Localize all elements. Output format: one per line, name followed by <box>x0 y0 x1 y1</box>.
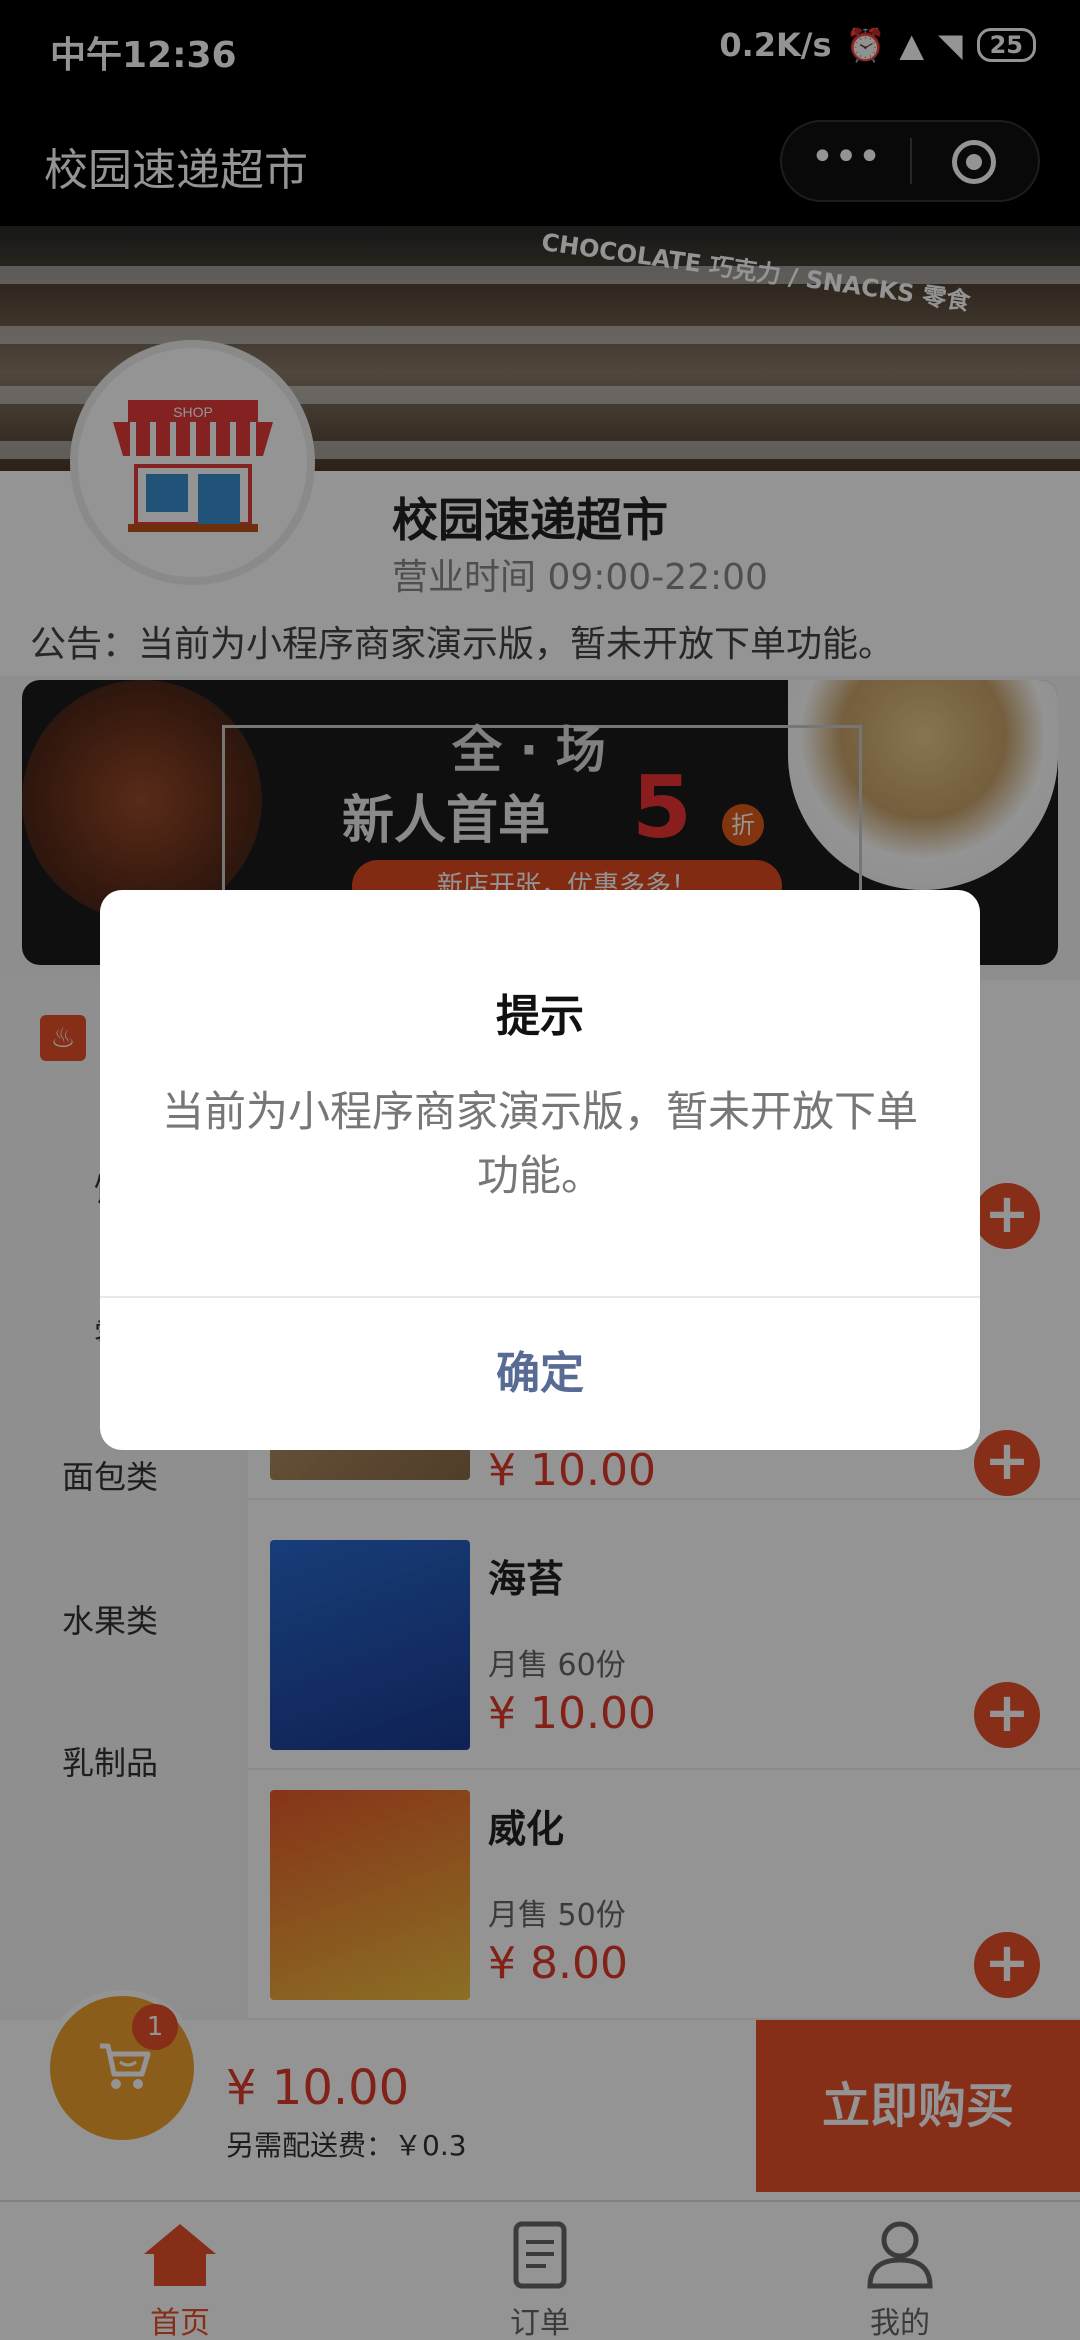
alert-dialog: 提示 当前为小程序商家演示版，暂未开放下单功能。 确定 <box>100 890 980 1450</box>
confirm-button[interactable]: 确定 <box>100 1298 980 1450</box>
dialog-title: 提示 <box>496 991 584 1042</box>
dialog-message: 当前为小程序商家演示版，暂未开放下单功能。 <box>161 1087 918 1200</box>
